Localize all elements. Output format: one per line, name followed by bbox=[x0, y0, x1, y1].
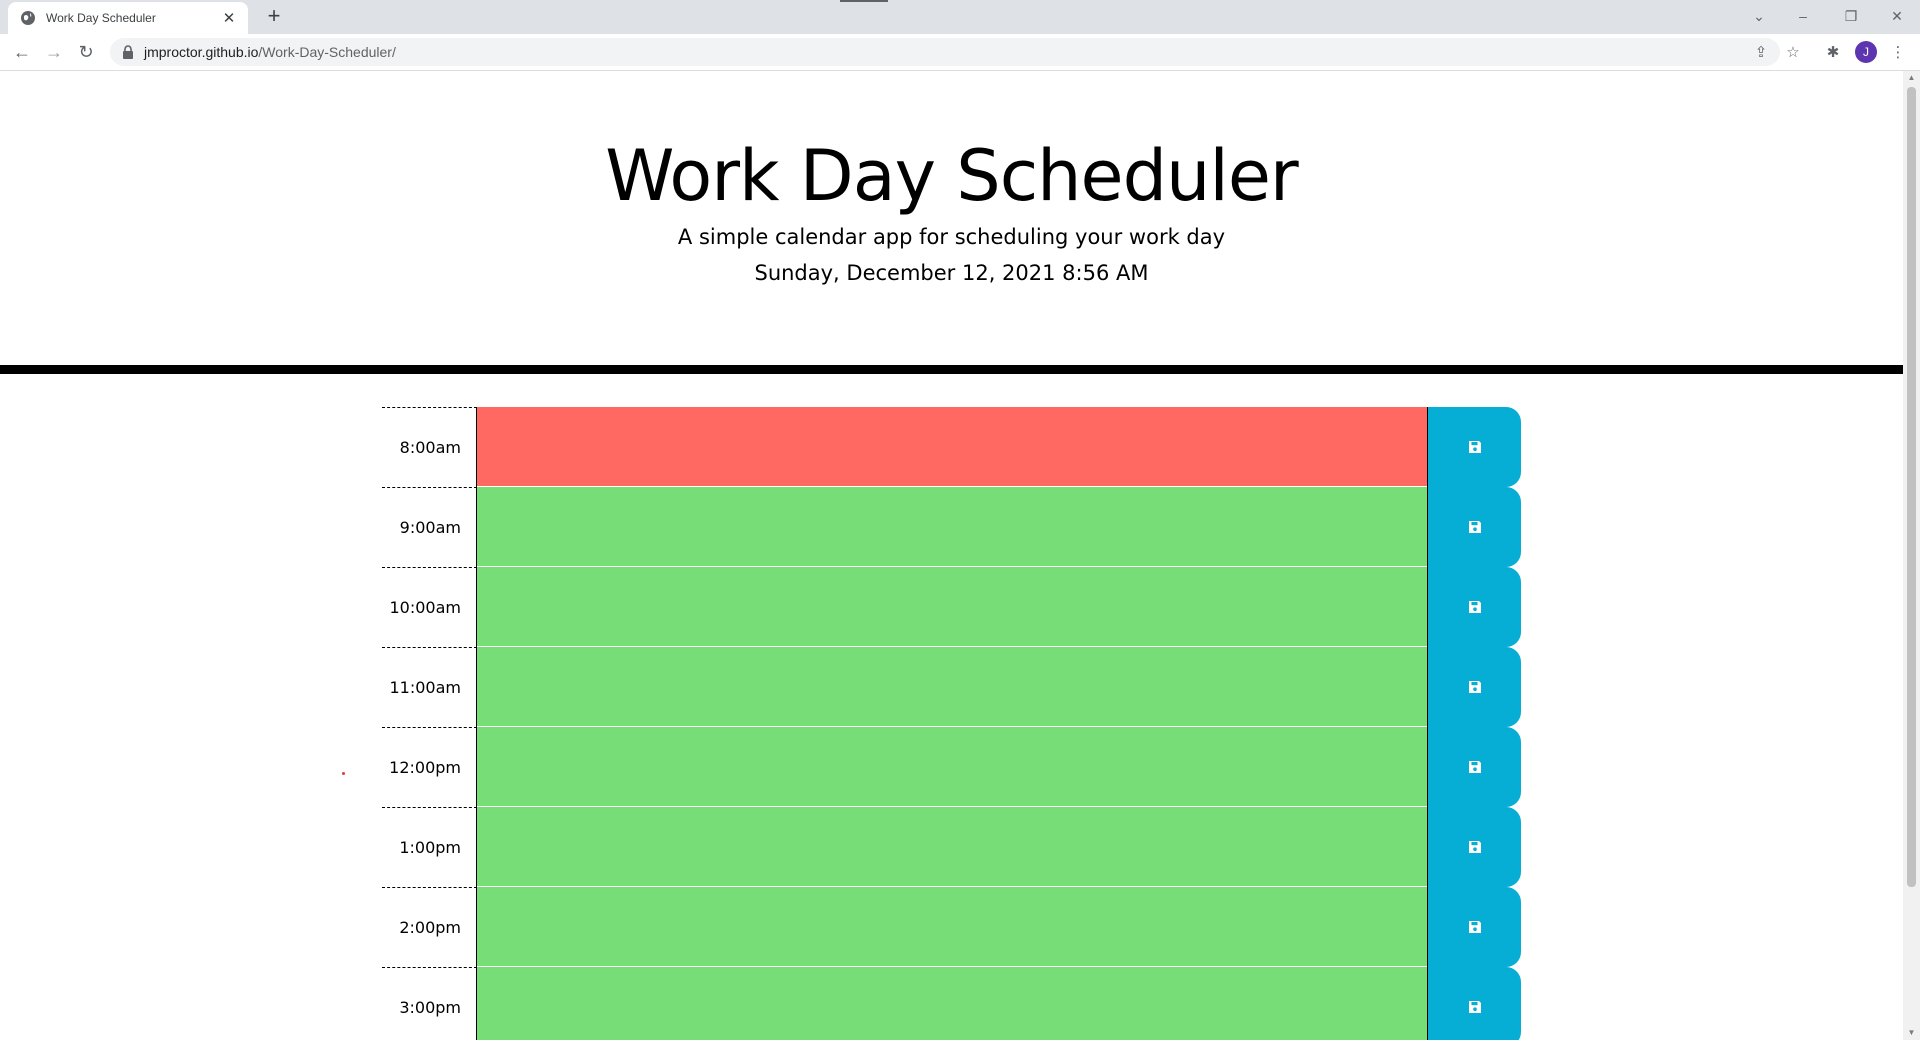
save-icon bbox=[1468, 521, 1481, 533]
save-icon bbox=[1468, 1001, 1481, 1013]
plus-icon[interactable]: + bbox=[262, 4, 286, 28]
save-button[interactable] bbox=[1427, 727, 1521, 807]
save-icon bbox=[1468, 921, 1481, 933]
time-block: 9:00am bbox=[382, 487, 1521, 567]
time-block: 1:00pm bbox=[382, 807, 1521, 887]
puzzle-icon[interactable]: ✱ bbox=[1822, 42, 1844, 64]
hour-label: 12:00pm bbox=[382, 727, 477, 807]
save-button[interactable] bbox=[1427, 887, 1521, 967]
time-block: 8:00am bbox=[382, 407, 1521, 487]
schedule-container: 8:00am 9:00am 10:00am 11:00am 12:00pm 1:00pm 2… bbox=[382, 407, 1521, 1040]
forward-icon[interactable]: → bbox=[42, 40, 66, 64]
save-button[interactable] bbox=[1427, 807, 1521, 887]
reload-icon[interactable]: ↻ bbox=[74, 40, 98, 64]
tab-title: Work Day Scheduler bbox=[46, 11, 156, 25]
hour-label: 11:00am bbox=[382, 647, 477, 727]
save-button[interactable] bbox=[1427, 407, 1521, 487]
event-description-input[interactable] bbox=[477, 487, 1427, 567]
hour-label: 9:00am bbox=[382, 487, 477, 567]
minimize-icon[interactable]: – bbox=[1788, 4, 1818, 28]
scrollbar[interactable]: ▲ ▼ bbox=[1903, 71, 1920, 1040]
hour-label: 3:00pm bbox=[382, 967, 477, 1040]
event-description-input[interactable] bbox=[477, 807, 1427, 887]
lock-icon[interactable] bbox=[122, 45, 134, 59]
restore-icon[interactable]: ❐ bbox=[1836, 4, 1866, 28]
cursor-dot bbox=[342, 772, 345, 775]
address-bar[interactable]: jmproctor.github.io/Work-Day-Scheduler/ bbox=[110, 38, 1780, 66]
tab-search-chevron-icon[interactable]: ⌄ bbox=[1744, 4, 1774, 28]
hour-label: 8:00am bbox=[382, 407, 477, 487]
save-button[interactable] bbox=[1427, 647, 1521, 727]
page-subtitle: A simple calendar app for scheduling you… bbox=[677, 225, 1226, 249]
hour-label: 1:00pm bbox=[382, 807, 477, 887]
browser-toolbar: ← → ↻ jmproctor.github.io/Work-Day-Sched… bbox=[0, 34, 1920, 71]
share-icon[interactable]: ⇪ bbox=[1750, 42, 1772, 64]
globe-icon bbox=[20, 10, 36, 26]
event-description-input[interactable] bbox=[477, 727, 1427, 807]
event-description-input[interactable] bbox=[477, 887, 1427, 967]
save-icon bbox=[1468, 441, 1481, 453]
url-path: /Work-Day-Scheduler/ bbox=[258, 44, 396, 60]
event-description-input[interactable] bbox=[477, 967, 1427, 1040]
time-block: 2:00pm bbox=[382, 887, 1521, 967]
scroll-up-arrow-icon[interactable]: ▲ bbox=[1903, 71, 1920, 85]
page-viewport: Work Day Scheduler A simple calendar app… bbox=[0, 71, 1903, 1040]
save-icon bbox=[1468, 601, 1481, 613]
save-icon bbox=[1468, 841, 1481, 853]
browser-tab[interactable]: Work Day Scheduler ✕ bbox=[8, 2, 248, 34]
window-close-icon[interactable]: ✕ bbox=[1882, 4, 1912, 28]
close-icon[interactable]: ✕ bbox=[220, 9, 238, 27]
avatar[interactable]: J bbox=[1855, 41, 1877, 63]
time-block: 3:00pm bbox=[382, 967, 1521, 1040]
save-button[interactable] bbox=[1427, 567, 1521, 647]
tab-search-indicator bbox=[840, 0, 888, 2]
hour-label: 10:00am bbox=[382, 567, 477, 647]
time-block: 10:00am bbox=[382, 567, 1521, 647]
header-divider bbox=[0, 365, 1903, 374]
time-block: 11:00am bbox=[382, 647, 1521, 727]
star-icon[interactable]: ☆ bbox=[1782, 42, 1804, 64]
save-button[interactable] bbox=[1427, 967, 1521, 1040]
save-icon bbox=[1468, 681, 1481, 693]
tab-strip: Work Day Scheduler ✕ + ⌄ – ❐ ✕ bbox=[0, 0, 1920, 34]
save-icon bbox=[1468, 761, 1481, 773]
url-host: jmproctor.github.io bbox=[144, 44, 259, 60]
scroll-thumb[interactable] bbox=[1907, 87, 1916, 887]
back-icon[interactable]: ← bbox=[10, 40, 34, 64]
scroll-down-arrow-icon[interactable]: ▼ bbox=[1903, 1026, 1920, 1040]
event-description-input[interactable] bbox=[477, 407, 1427, 487]
page-header: Work Day Scheduler A simple calendar app… bbox=[0, 71, 1903, 371]
hour-label: 2:00pm bbox=[382, 887, 477, 967]
event-description-input[interactable] bbox=[477, 647, 1427, 727]
event-description-input[interactable] bbox=[477, 567, 1427, 647]
kebab-menu-icon[interactable]: ⋮ bbox=[1887, 42, 1909, 64]
page-title: Work Day Scheduler bbox=[605, 135, 1298, 217]
time-block: 12:00pm bbox=[382, 727, 1521, 807]
save-button[interactable] bbox=[1427, 487, 1521, 567]
current-day: Sunday, December 12, 2021 8:56 AM bbox=[754, 261, 1149, 285]
